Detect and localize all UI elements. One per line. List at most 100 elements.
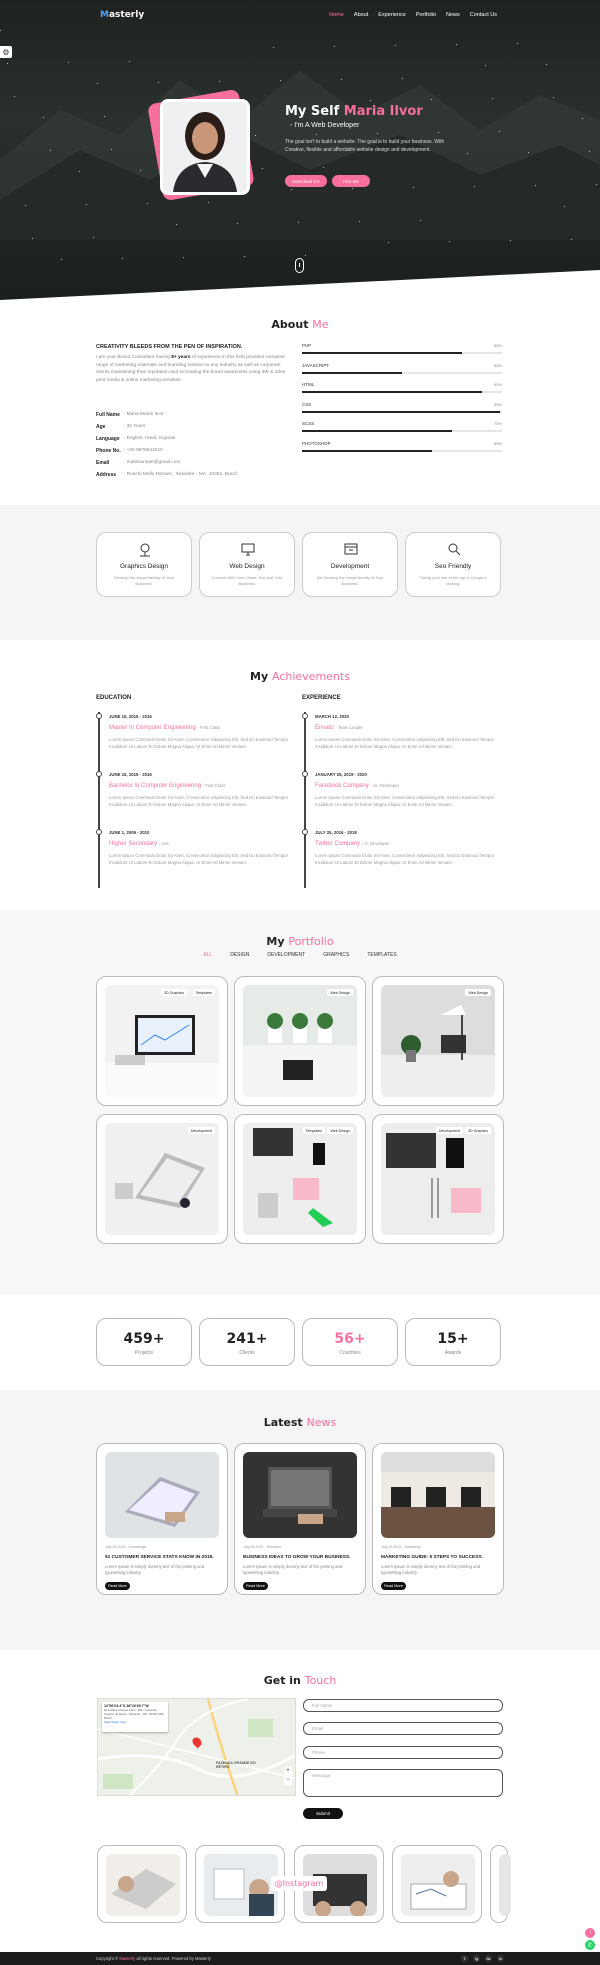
star-dot <box>237 223 238 224</box>
star-dot <box>528 152 529 153</box>
education-heading: EDUCATION <box>96 695 132 701</box>
star-dot <box>25 205 26 206</box>
submit-button[interactable]: Submit <box>303 1808 343 1819</box>
instagram-label[interactable]: @Instagram <box>271 1876 327 1891</box>
experience-timeline-line <box>304 712 306 888</box>
portfolio-item[interactable]: Templates Web Design <box>234 1114 366 1244</box>
star-dot <box>194 136 195 137</box>
star-dot <box>492 98 493 99</box>
portfolio-image: Web Design <box>381 985 495 1097</box>
star-dot <box>208 202 209 203</box>
view-larger-map-link[interactable]: View larger map <box>104 1720 166 1724</box>
development-icon <box>343 541 359 557</box>
filter-graphics[interactable]: GRAPHICS <box>323 952 349 958</box>
copyright: Copyright © Masterly all rights reserved… <box>96 1956 211 1961</box>
nav-item-contact[interactable]: Contact Us <box>470 12 497 18</box>
nav-item-experience[interactable]: Experience <box>378 12 406 18</box>
filter-all[interactable]: ALL <box>203 952 212 958</box>
instagram-item[interactable] <box>97 1845 187 1923</box>
star-dot <box>43 117 44 118</box>
logo[interactable]: Masterly <box>100 10 144 20</box>
instagram-item[interactable] <box>392 1845 482 1923</box>
star-dot <box>388 242 389 243</box>
portfolio-item[interactable]: 3D Graphics Templates <box>96 976 228 1106</box>
facebook-icon[interactable]: f <box>461 1955 468 1962</box>
portfolio-item[interactable]: Development 3D Graphics <box>372 1114 504 1244</box>
download-cv-button[interactable]: Download CV <box>285 175 327 187</box>
portfolio-item[interactable]: Web Design <box>234 976 366 1106</box>
instagram-item[interactable] <box>490 1845 511 1923</box>
full-name-field[interactable]: Full Name <box>303 1699 503 1712</box>
service-card[interactable]: Development We Develop the visual identit… <box>302 532 398 597</box>
star-dot <box>582 118 583 119</box>
service-card[interactable]: Graphics Design Develop the visual identi… <box>96 532 192 597</box>
news-title[interactable]: MARKETING GUIDE: 5 STEPS TO SUCCESS. <box>381 1555 497 1560</box>
star-dot <box>359 221 360 222</box>
filter-development[interactable]: DEVELOPMENT <box>267 952 305 958</box>
whatsapp-icon[interactable]: ✆ <box>585 1940 595 1950</box>
timeline-role: Facebook Company <box>315 783 369 789</box>
map-zoom-control[interactable]: + − <box>284 1767 292 1785</box>
nav-item-news[interactable]: News <box>446 12 460 18</box>
news-desc: Lorem Ipsum is simply dummy text of the … <box>105 1564 205 1575</box>
map[interactable]: 12°56'03.4"S 38°26'45.7"W Rua Mello Mora… <box>97 1698 296 1796</box>
portfolio-item[interactable]: Web Design <box>372 976 504 1106</box>
twitter-icon[interactable]: tw <box>485 1955 492 1962</box>
portfolio-image: Development <box>105 1123 219 1235</box>
news-card[interactable]: July 25,2019 - Marketing MARKETING GUIDE:… <box>372 1443 504 1595</box>
profile-photo <box>160 99 250 195</box>
star-dot <box>7 63 8 64</box>
star-dot <box>97 83 98 84</box>
stat-label: Projects <box>134 1350 154 1356</box>
read-more-button[interactable]: Read More <box>381 1582 406 1590</box>
timeline-date: JUNE 1, 2009 - 2010 <box>109 830 150 835</box>
portfolio-tag: Development <box>187 1127 215 1134</box>
star-dot <box>413 187 414 188</box>
linkedin-icon[interactable]: in <box>497 1955 504 1962</box>
about-heading: CREATIVITY BLEEDS FROM THE PEN OF INSPIR… <box>96 344 243 350</box>
settings-gear-icon[interactable]: ⚙ <box>0 46 12 58</box>
star-dot <box>596 184 597 185</box>
hero-title: My Self Maria Ilvor <box>285 104 423 119</box>
nav-item-about[interactable]: About <box>354 12 368 18</box>
stat-number: 241+ <box>226 1331 268 1347</box>
star-dot <box>467 153 468 154</box>
timeline-desc: Lorem Ipsum Commodo Dolor Sit Amet, Cons… <box>315 795 495 807</box>
news-card[interactable]: July 25,2019 - Business BUSINESS IDEAS TO… <box>234 1443 366 1595</box>
service-card[interactable]: Seo Friendly Taking your site at the top … <box>405 532 501 597</box>
phone-field[interactable]: Phone <box>303 1746 503 1759</box>
top-navbar: Masterly Home About Experience Portfolio… <box>0 10 600 22</box>
experience-heading: EXPERIENCE <box>302 695 341 701</box>
timeline-desc: Lorem Ipsum Commodo Dolor Sit Amet, Cons… <box>109 795 289 807</box>
timeline-date: JULY 25, 2016 - 2018 <box>315 830 357 835</box>
news-title[interactable]: BUSINESS IDEAS TO GROW YOUR BUSINESS. <box>243 1555 359 1560</box>
read-more-button[interactable]: Read More <box>243 1582 268 1590</box>
skill-bar: PHP 80% <box>302 343 502 355</box>
portfolio-item[interactable]: Development <box>96 1114 228 1244</box>
portfolio-tag: Web Design <box>327 1127 353 1134</box>
stat-label: Countries <box>339 1350 361 1356</box>
skill-percent: 90% <box>493 382 502 387</box>
instagram-image <box>106 1854 180 1916</box>
nav-item-portfolio[interactable]: Portfolio <box>416 12 436 18</box>
star-dot <box>201 169 202 170</box>
news-title[interactable]: 51 CUSTOMER SERVICE STATS KNOW IN 2019. <box>105 1555 221 1560</box>
read-more-button[interactable]: Read More <box>105 1582 130 1590</box>
instagram-icon[interactable]: ig <box>473 1955 480 1962</box>
info-value: : mailexample@gmail.com <box>124 460 181 465</box>
skill-bar: PHOTOSHOP 65% <box>302 441 502 453</box>
scroll-top-icon[interactable]: ↑ <box>585 1928 595 1938</box>
filter-design[interactable]: DESIGN <box>230 952 249 958</box>
skill-name: PHP <box>302 343 312 348</box>
hire-me-button[interactable]: Hire Me <box>332 175 370 187</box>
service-card[interactable]: Web Design Connect With Your Users, Not J… <box>199 532 295 597</box>
filter-templates[interactable]: TEMPLATES <box>367 952 396 958</box>
star-dot <box>553 97 554 98</box>
news-card[interactable]: July 25,2019 - Knowledge 51 CUSTOMER SERV… <box>96 1443 228 1595</box>
timeline-role: Bachelor In Computer Engineering <box>109 783 202 789</box>
nav-item-home[interactable]: Home <box>329 12 344 18</box>
news-meta: July 25,2019 - Marketing <box>381 1545 421 1549</box>
news-title: Latest News <box>263 1416 337 1429</box>
message-field[interactable]: Message <box>303 1769 503 1797</box>
email-field[interactable]: Email <box>303 1722 503 1735</box>
